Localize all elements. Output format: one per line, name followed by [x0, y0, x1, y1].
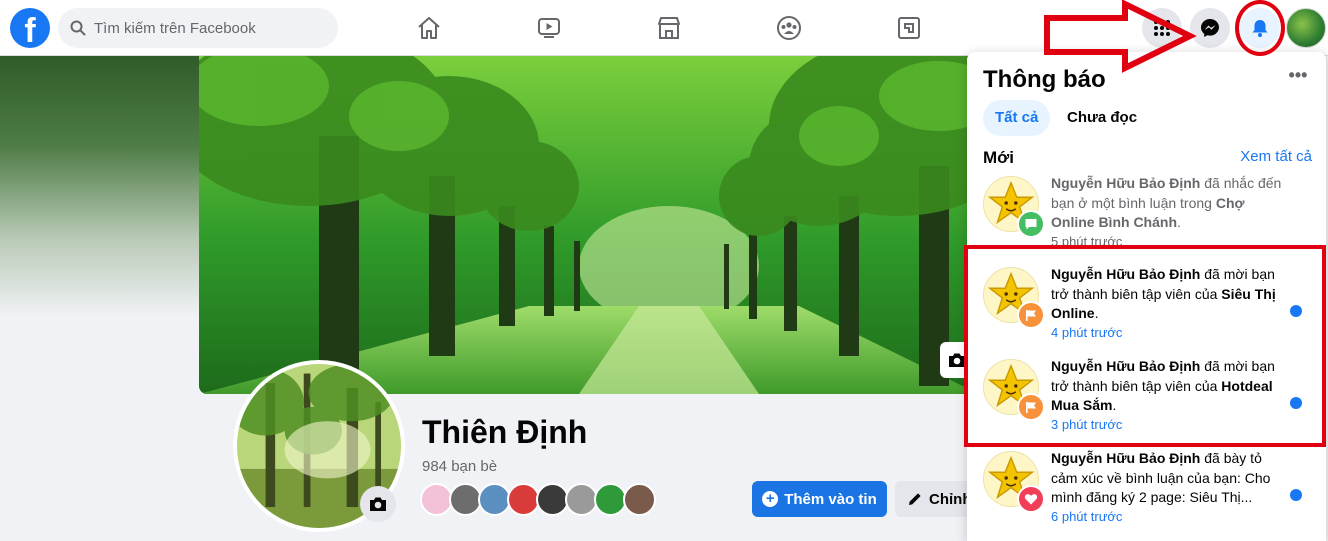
- notification-time: 6 phút trước: [1051, 509, 1123, 524]
- tab-all[interactable]: Tất cả: [983, 100, 1051, 136]
- notification-text: Nguyễn Hữu Bảo Định đã mời bạn trở thành…: [1051, 357, 1289, 416]
- background-gradient: [0, 56, 200, 316]
- gaming-icon[interactable]: [891, 10, 927, 46]
- notification-end: .: [1094, 305, 1099, 321]
- notification-item[interactable]: Nguyễn Hữu Bảo Định đã mời bạn trở thành…: [975, 263, 1318, 351]
- unread-indicator: [1290, 489, 1302, 501]
- annotation-arrow: [1044, 0, 1197, 73]
- notification-time: 5 phút trước: [1051, 234, 1123, 249]
- facebook-logo[interactable]: f: [10, 8, 50, 48]
- notifications-panel: Thông báo ••• Tất cả Chưa đọc Mới Xem tấ…: [967, 52, 1326, 541]
- flag-icon: [1026, 310, 1036, 321]
- actor-name: Nguyễn Hữu Bảo Định: [1051, 266, 1201, 282]
- notification-text: Nguyễn Hữu Bảo Định đã nhắc đến bạn ở mộ…: [1051, 174, 1289, 233]
- actor-name: Nguyễn Hữu Bảo Định: [1051, 175, 1201, 191]
- flag-badge: [1017, 393, 1045, 421]
- unread-indicator: [1290, 397, 1302, 409]
- pencil-icon: [909, 493, 921, 505]
- notification-end: .: [1177, 214, 1181, 230]
- marketplace-icon[interactable]: [651, 10, 687, 46]
- watch-icon[interactable]: [531, 10, 567, 46]
- profile-camera-button[interactable]: [360, 486, 396, 522]
- see-all-link[interactable]: Xem tất cả: [1240, 148, 1312, 165]
- heart-icon: [1024, 494, 1038, 505]
- comment-icon: [1025, 219, 1037, 230]
- notification-item[interactable]: Nguyễn Hữu Bảo Định đã mời bạn trở thành…: [975, 355, 1318, 443]
- friend-count[interactable]: 984 bạn bè: [422, 458, 497, 475]
- notification-time: 4 phút trước: [1051, 325, 1123, 340]
- unread-indicator: [1290, 305, 1302, 317]
- camera-icon: [949, 353, 965, 367]
- camera-icon: [370, 497, 386, 511]
- friend-avatar[interactable]: [623, 483, 656, 516]
- notification-time: 3 phút trước: [1051, 417, 1123, 432]
- annotation-circle: [1235, 0, 1285, 56]
- groups-icon[interactable]: [771, 10, 807, 46]
- reaction-badge: [1017, 485, 1045, 513]
- search-input[interactable]: [94, 19, 324, 37]
- cover-photo[interactable]: [199, 56, 979, 394]
- notification-text: Nguyễn Hữu Bảo Định đã mời bạn trở thành…: [1051, 265, 1289, 324]
- notification-end: .: [1112, 397, 1117, 413]
- actor-name: Nguyễn Hữu Bảo Định: [1051, 358, 1201, 374]
- flag-icon: [1026, 402, 1036, 413]
- friend-avatar-list: [420, 483, 656, 516]
- add-to-story-label: Thêm vào tin: [784, 490, 877, 508]
- home-icon[interactable]: [411, 10, 447, 46]
- search-bar[interactable]: [58, 8, 338, 48]
- more-options-icon[interactable]: •••: [1286, 66, 1310, 90]
- account-avatar[interactable]: [1286, 8, 1326, 48]
- actor-name: Nguyễn Hữu Bảo Định: [1051, 450, 1201, 466]
- plus-icon: +: [762, 491, 779, 507]
- search-icon: [70, 20, 86, 36]
- tab-unread[interactable]: Chưa đọc: [1055, 100, 1149, 136]
- comment-badge: [1017, 210, 1045, 238]
- section-new-heading: Mới: [983, 148, 1014, 167]
- edit-profile-label: Chỉnh: [929, 490, 972, 508]
- profile-name: Thiên Định: [422, 414, 588, 450]
- add-to-story-button[interactable]: + Thêm vào tin: [752, 481, 887, 517]
- notification-item[interactable]: Nguyễn Hữu Bảo Định đã nhắc đến bạn ở mộ…: [975, 172, 1318, 260]
- notification-text: Nguyễn Hữu Bảo Định đã bày tỏ cảm xúc về…: [1051, 449, 1289, 508]
- notification-item[interactable]: Nguyễn Hữu Bảo Định đã bày tỏ cảm xúc về…: [975, 447, 1318, 535]
- flag-badge: [1017, 301, 1045, 329]
